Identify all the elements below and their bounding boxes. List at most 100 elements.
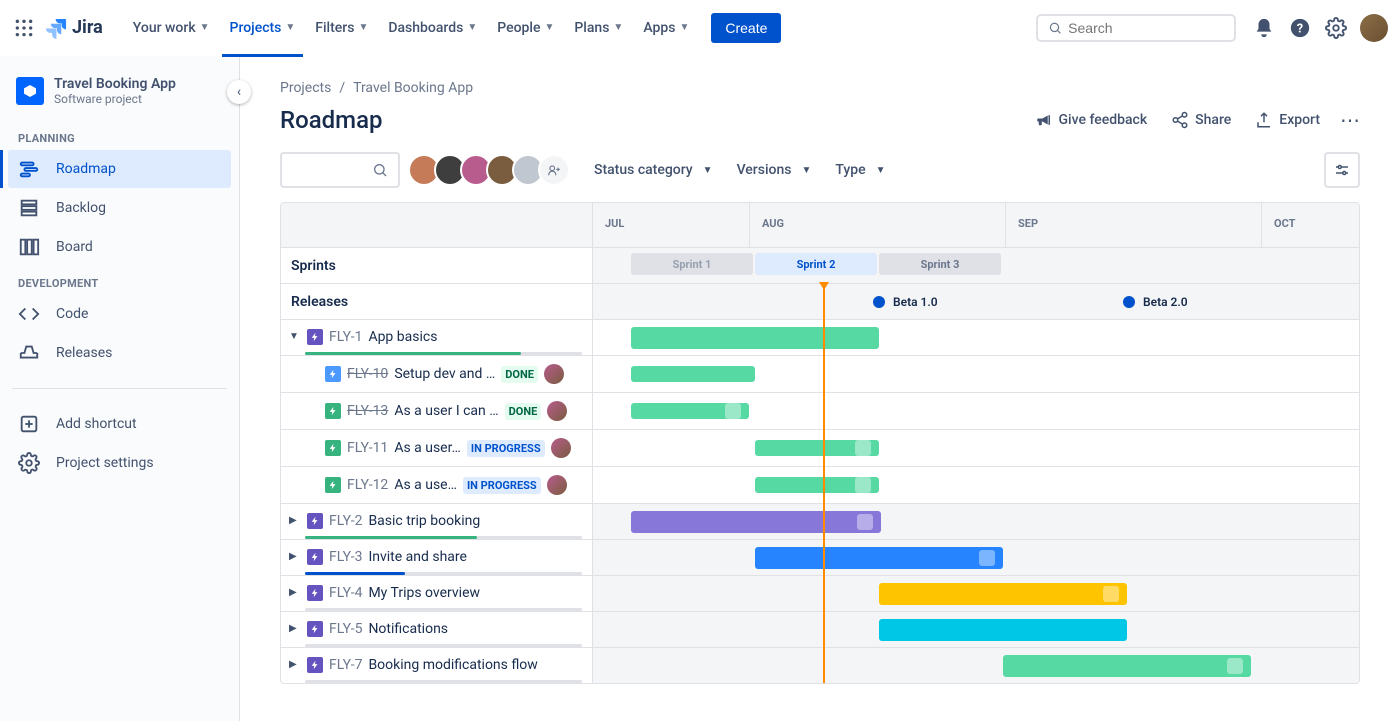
issue-key[interactable]: FLY-5 [329, 621, 362, 637]
chevron-down-icon: ▼ [544, 22, 554, 33]
sprint-chip[interactable]: Sprint 2 [755, 253, 877, 275]
filter-status-category[interactable]: Status category▼ [594, 162, 713, 178]
sidebar-item-project-settings[interactable]: Project settings [8, 444, 231, 482]
sidebar-item-add-shortcut[interactable]: Add shortcut [8, 405, 231, 443]
issue-title[interactable]: As a user I can … [394, 403, 498, 419]
sidebar-item-board[interactable]: Board [8, 228, 231, 266]
nav-item-filters[interactable]: Filters▼ [307, 16, 376, 40]
breadcrumb-root[interactable]: Projects [280, 80, 331, 96]
issue-title[interactable]: As a user… [394, 440, 461, 456]
issue-bar[interactable] [631, 366, 755, 382]
epic-bar[interactable] [879, 619, 1127, 641]
create-button[interactable]: Create [711, 13, 781, 43]
app-switcher-icon[interactable] [12, 16, 36, 40]
epic-bar[interactable] [755, 547, 1003, 569]
filter-versions[interactable]: Versions▼ [737, 162, 812, 178]
roadmap-grid: JULAUGSEPOCT Sprints Sprint 1Sprint 2Spr… [280, 202, 1360, 684]
chevron-down-icon: ▼ [200, 22, 210, 33]
notifications-icon[interactable] [1248, 12, 1280, 44]
epic-bar[interactable] [631, 511, 881, 533]
filter-type[interactable]: Type▼ [835, 162, 885, 178]
nav-item-projects[interactable]: Projects▼ [222, 16, 304, 40]
task-icon [325, 366, 341, 382]
assignee-avatar[interactable] [544, 364, 564, 384]
sidebar-item-code[interactable]: Code [8, 295, 231, 333]
issue-title[interactable]: As a use… [394, 477, 457, 493]
export-icon [1255, 111, 1273, 129]
search-input[interactable] [1068, 20, 1224, 36]
filter-search-input[interactable] [280, 152, 400, 188]
issue-key[interactable]: FLY-7 [329, 657, 362, 673]
nav-item-plans[interactable]: Plans▼ [566, 16, 631, 40]
epic-bar[interactable] [879, 583, 1127, 605]
issue-key[interactable]: FLY-4 [329, 585, 362, 601]
release-marker[interactable]: Beta 1.0 [873, 284, 938, 320]
nav-item-your-work[interactable]: Your work▼ [125, 16, 218, 40]
add-assignee-button[interactable] [538, 154, 570, 186]
sidebar-item-roadmap[interactable]: Roadmap [8, 150, 231, 188]
sidebar-item-backlog[interactable]: Backlog [8, 189, 231, 227]
assignee-avatar[interactable] [547, 475, 567, 495]
sidebar-label: Backlog [56, 200, 106, 216]
expand-icon[interactable]: ▶ [289, 623, 307, 634]
epic-row: ▶ FLY-2 Basic trip booking [281, 503, 1359, 539]
epic-title[interactable]: Invite and share [368, 549, 467, 565]
profile-avatar[interactable] [1360, 14, 1388, 42]
issue-key[interactable]: FLY-1 [329, 329, 362, 345]
expand-icon[interactable]: ▶ [289, 551, 307, 562]
breadcrumb-project[interactable]: Travel Booking App [353, 80, 473, 96]
sidebar-item-releases[interactable]: Releases [8, 334, 231, 372]
issue-key[interactable]: FLY-12 [347, 477, 388, 493]
epic-title[interactable]: Notifications [368, 621, 448, 637]
jira-logo[interactable]: Jira [44, 16, 103, 40]
chevron-down-icon: ▼ [876, 165, 886, 176]
settings-icon[interactable] [1320, 12, 1352, 44]
epic-title[interactable]: Basic trip booking [368, 513, 480, 529]
chevron-down-icon: ▼ [467, 22, 477, 33]
export-button[interactable]: Export [1255, 111, 1320, 129]
issue-key[interactable]: FLY-2 [329, 513, 362, 529]
nav-item-apps[interactable]: Apps▼ [635, 16, 697, 40]
issue-key[interactable]: FLY-10 [347, 366, 388, 382]
give-feedback-button[interactable]: Give feedback [1035, 111, 1148, 129]
issue-bar[interactable] [755, 440, 879, 456]
issue-key[interactable]: FLY-3 [329, 549, 362, 565]
sprint-chip[interactable]: Sprint 1 [631, 253, 753, 275]
assignee-avatar[interactable] [547, 401, 567, 421]
global-search[interactable] [1036, 14, 1236, 42]
expand-icon[interactable]: ▶ [289, 515, 307, 526]
issue-bar[interactable] [631, 403, 749, 419]
issue-key[interactable]: FLY-11 [347, 440, 388, 456]
sprint-chip[interactable]: Sprint 3 [879, 253, 1001, 275]
story-icon [325, 440, 341, 456]
sidebar-collapse-button[interactable]: ‹ [227, 80, 251, 104]
release-marker[interactable]: Beta 2.0 [1123, 284, 1188, 320]
view-settings-button[interactable] [1324, 152, 1360, 188]
collapse-icon[interactable]: ▼ [289, 331, 307, 342]
assignee-avatar[interactable] [551, 438, 571, 458]
epic-icon [307, 549, 323, 565]
chevron-down-icon: ▼ [358, 22, 368, 33]
epic-row: ▶ FLY-3 Invite and share [281, 539, 1359, 575]
expand-icon[interactable]: ▶ [289, 587, 307, 598]
section-planning-label: PLANNING [8, 122, 231, 149]
nav-item-people[interactable]: People▼ [489, 16, 562, 40]
expand-icon[interactable]: ▶ [289, 659, 307, 670]
project-header[interactable]: Travel Booking App Software project [8, 76, 231, 122]
epic-bar[interactable] [1003, 655, 1251, 677]
epic-title[interactable]: My Trips overview [368, 585, 480, 601]
epic-bar[interactable] [631, 327, 879, 349]
epic-title[interactable]: Booking modifications flow [368, 657, 537, 673]
project-sidebar: ‹ Travel Booking App Software project PL… [0, 56, 240, 721]
code-icon [18, 303, 42, 325]
nav-item-dashboards[interactable]: Dashboards▼ [380, 16, 485, 40]
issue-bar[interactable] [755, 477, 879, 493]
issue-row: FLY-11 As a user… IN PROGRESS [281, 429, 1359, 466]
epic-title[interactable]: App basics [368, 329, 437, 345]
help-icon[interactable]: ? [1284, 12, 1316, 44]
more-actions-button[interactable]: ⋯ [1340, 108, 1360, 132]
issue-key[interactable]: FLY-13 [347, 403, 388, 419]
backlog-icon [18, 197, 42, 219]
issue-title[interactable]: Setup dev and … [394, 366, 495, 382]
share-button[interactable]: Share [1171, 111, 1231, 129]
